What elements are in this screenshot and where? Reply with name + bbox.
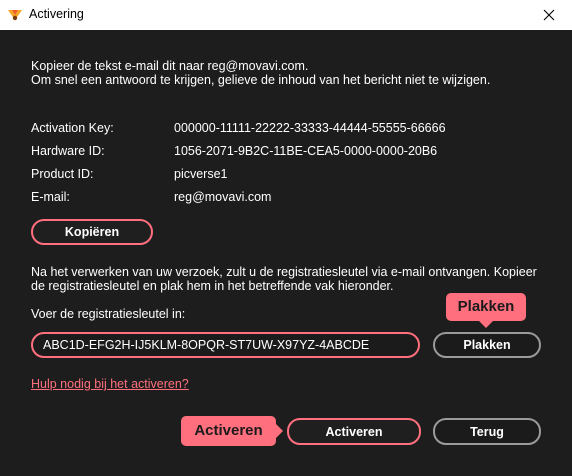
movavi-logo-icon — [7, 7, 23, 23]
activate-callout: Activeren — [181, 416, 283, 446]
back-button[interactable]: Terug — [433, 418, 541, 445]
title-bar: Activering — [0, 0, 572, 30]
copy-button[interactable]: Kopiëren — [31, 219, 153, 245]
activation-key-value: 000000-11111-22222-33333-44444-55555-666… — [174, 121, 446, 135]
paste-button[interactable]: Plakken — [433, 332, 541, 358]
activation-dialog: Activering Kopieer de tekst e-mail dit n… — [0, 0, 572, 476]
product-id-label: Product ID: — [31, 167, 94, 181]
intro-line-2: Om snel een antwoord te krijgen, gelieve… — [31, 73, 491, 87]
hardware-id-value: 1056-2071-9B2C-11BE-CEA5-0000-0000-20B6 — [174, 144, 438, 158]
email-value: reg@movavi.com — [174, 190, 272, 204]
activation-key-label: Activation Key: — [31, 121, 114, 135]
help-link[interactable]: Hulp nodig bij het activeren? — [31, 377, 189, 391]
intro-line-1: Kopieer de tekst e-mail dit naar reg@mov… — [31, 59, 309, 73]
activate-button[interactable]: Activeren — [287, 418, 421, 445]
product-id-value: picverse1 — [174, 167, 228, 181]
email-label: E-mail: — [31, 190, 70, 204]
close-button[interactable] — [526, 0, 572, 30]
close-icon — [543, 9, 555, 21]
window-title: Activering — [29, 7, 84, 21]
registration-key-input[interactable] — [31, 332, 420, 358]
hardware-id-label: Hardware ID: — [31, 144, 105, 158]
paste-callout: Plakken — [446, 293, 526, 328]
dialog-content: Kopieer de tekst e-mail dit naar reg@mov… — [0, 30, 572, 476]
instructions-text: Na het verwerken van uw verzoek, zult u … — [31, 265, 537, 293]
